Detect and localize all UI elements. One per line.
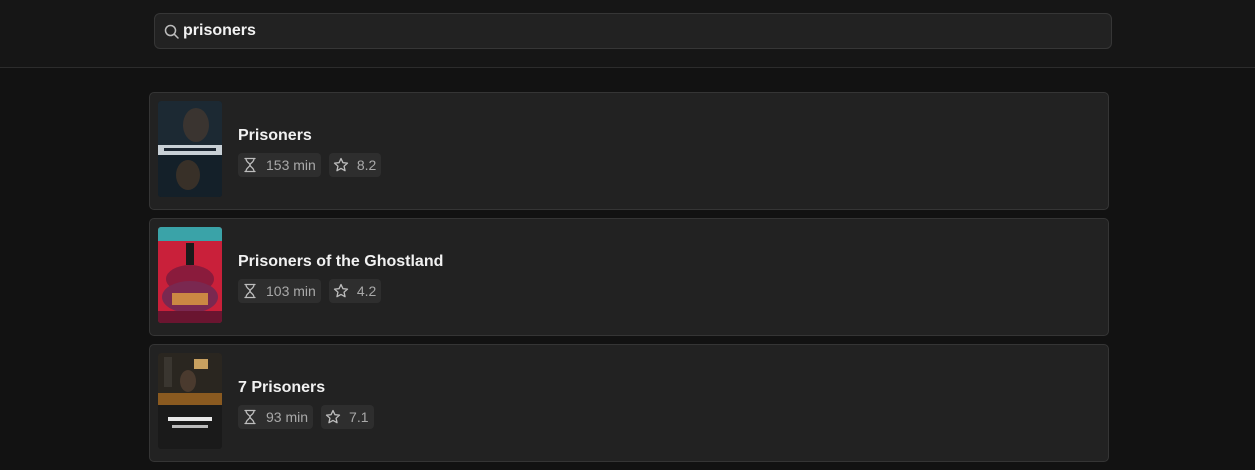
top-bar xyxy=(0,0,1255,68)
movie-meta: 93 min 7.1 xyxy=(238,405,374,429)
runtime-text: 103 min xyxy=(266,283,316,299)
rating-text: 7.1 xyxy=(349,409,369,425)
runtime-badge: 93 min xyxy=(238,405,314,429)
prisoners-poster[interactable] xyxy=(158,101,222,197)
movie-meta: 103 min 4.2 xyxy=(238,279,382,303)
movie-card-prisoners[interactable]: Prisoners 153 min 8.2 xyxy=(149,92,1109,210)
search-box[interactable] xyxy=(154,13,1112,49)
movie-title[interactable]: Prisoners of the Ghostland xyxy=(238,253,443,271)
runtime-badge: 103 min xyxy=(238,279,321,303)
movie-title[interactable]: Prisoners xyxy=(238,127,312,145)
runtime-badge: 153 min xyxy=(238,153,321,177)
star-icon xyxy=(333,157,348,172)
7-prisoners-poster[interactable] xyxy=(158,353,222,449)
runtime-text: 153 min xyxy=(266,157,316,173)
hourglass-icon xyxy=(244,409,256,425)
rating-badge: 8.2 xyxy=(328,153,382,177)
search-input[interactable] xyxy=(183,14,1083,48)
rating-badge: 7.1 xyxy=(321,405,374,429)
hourglass-icon xyxy=(244,283,256,299)
rating-badge: 4.2 xyxy=(328,279,382,303)
runtime-text: 93 min xyxy=(266,409,309,425)
rating-text: 8.2 xyxy=(356,157,377,173)
prisoners-of-the-ghostland-poster[interactable] xyxy=(158,227,222,323)
movie-card-7-prisoners[interactable]: 7 Prisoners 93 min 7.1 xyxy=(149,344,1109,462)
star-icon xyxy=(325,409,341,424)
movie-meta: 153 min 8.2 xyxy=(238,153,382,177)
movie-card-prisoners-of-the-ghostland[interactable]: Prisoners of the Ghostland 103 min 4.2 xyxy=(149,218,1109,336)
movie-title[interactable]: 7 Prisoners xyxy=(238,379,325,397)
search-icon xyxy=(164,24,180,40)
rating-text: 4.2 xyxy=(356,283,377,299)
hourglass-icon xyxy=(244,157,256,173)
star-icon xyxy=(333,283,348,298)
results-list: Prisoners 153 min 8.2 Prisoners of the G… xyxy=(149,92,1109,470)
